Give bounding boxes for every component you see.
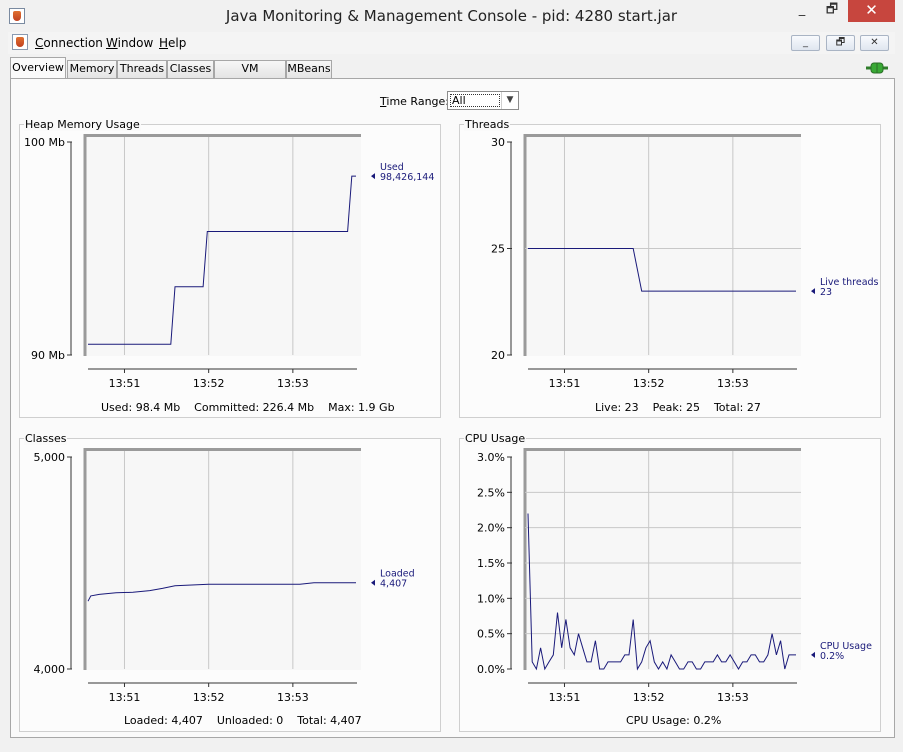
frame-minimize-button[interactable]: _	[791, 35, 820, 51]
y-tick-label: 4,000	[34, 663, 66, 676]
x-tick-label: 13:52	[633, 691, 665, 704]
time-range-value: All	[450, 94, 500, 107]
frame-restore-button[interactable]: 🗗	[826, 35, 855, 51]
classes-chart[interactable]: 5,0004,00013:51 13:52 13:53Loaded4,407	[19, 444, 441, 709]
series-marker-icon	[371, 579, 375, 586]
menu-connection[interactable]: Connection	[35, 36, 103, 50]
x-tick-label: 13:51	[549, 377, 581, 390]
y-tick-label: 25	[491, 243, 505, 256]
tab-vm-summary[interactable]: VM Summary	[214, 60, 286, 91]
classes-summary: Loaded: 4,407 Unloaded: 0 Total: 4,407	[124, 714, 362, 727]
window-minimize-button[interactable]: _	[787, 0, 817, 22]
y-tick-label: 2.0%	[477, 522, 505, 535]
window-restore-button[interactable]: 🗗	[817, 0, 847, 22]
chevron-down-icon[interactable]: ▼	[501, 92, 518, 109]
series-value-label: 98,426,144	[380, 172, 434, 183]
time-range-select[interactable]: All ▼	[447, 91, 519, 110]
heap-memory-summary: Used: 98.4 Mb Committed: 226.4 Mb Max: 1…	[101, 401, 395, 414]
plot-top-border	[85, 134, 361, 137]
plot-area	[85, 134, 361, 356]
window-titlebar[interactable]: Java Monitoring & Management Console - p…	[0, 0, 903, 32]
tab-memory[interactable]: Memory	[67, 60, 117, 78]
y-tick-label: 3.0%	[477, 451, 505, 464]
series-marker-icon	[811, 288, 815, 295]
frame-close-button[interactable]: ✕	[860, 35, 889, 51]
threads-chart[interactable]: 30252013:51 13:52 13:53Live threads23	[459, 130, 881, 395]
time-range-label: Time Range:	[380, 95, 449, 108]
x-tick-label: 13:51	[109, 377, 141, 390]
series-value-label: 0.2%	[820, 651, 844, 662]
x-tick-label: 13:53	[717, 691, 749, 704]
x-tick-label: 13:53	[277, 377, 309, 390]
tab-overview[interactable]: Overview	[10, 57, 66, 78]
tab-threads[interactable]: Threads	[117, 60, 167, 78]
y-tick-label: 0.0%	[477, 663, 505, 676]
plot-area	[85, 448, 361, 670]
heap-memory-chart[interactable]: 100 Mb90 Mb13:51 13:52 13:53Used98,426,144	[19, 130, 441, 395]
x-tick-label: 13:52	[193, 377, 225, 390]
x-tick-label: 13:53	[717, 377, 749, 390]
threads-summary: Live: 23 Peak: 25 Total: 27	[595, 401, 761, 414]
series-marker-icon	[371, 173, 375, 180]
plot-top-border	[525, 448, 801, 451]
plot-top-border	[525, 134, 801, 137]
series-value-label: 4,407	[380, 579, 407, 590]
x-tick-label: 13:51	[549, 691, 581, 704]
y-tick-label: 0.5%	[477, 628, 505, 641]
x-tick-label: 13:52	[633, 377, 665, 390]
cpu-usage-chart[interactable]: 3.0% 2.5% 2.0% 1.5% 1.0% 0.5% 0.0% 13:51 13:52 13…	[459, 444, 881, 709]
y-tick-label: 90 Mb	[31, 349, 65, 362]
series-marker-icon	[811, 651, 815, 658]
x-tick-label: 13:52	[193, 691, 225, 704]
x-tick-label: 13:53	[277, 691, 309, 704]
plot-area	[525, 448, 801, 670]
menu-help[interactable]: Help	[159, 36, 186, 50]
y-tick-label: 5,000	[34, 451, 66, 464]
cpu-usage-summary: CPU Usage: 0.2%	[626, 714, 722, 727]
y-tick-label: 20	[491, 349, 505, 362]
plot-top-border	[85, 448, 361, 451]
series-value-label: 23	[820, 287, 832, 298]
plot-area	[525, 134, 801, 356]
menu-bar: Connection Window Help _ 🗗 ✕	[8, 32, 895, 54]
menu-window[interactable]: Window	[106, 36, 153, 50]
window-title: Java Monitoring & Management Console - p…	[225, 7, 678, 25]
tab-mbeans[interactable]: MBeans	[286, 60, 332, 78]
internal-frame-icon[interactable]	[12, 34, 28, 50]
y-tick-label: 1.5%	[477, 557, 505, 570]
window-close-button[interactable]: ✕	[848, 0, 895, 22]
y-tick-label: 30	[491, 136, 505, 149]
y-tick-label: 1.0%	[477, 592, 505, 605]
tab-classes[interactable]: Classes	[167, 60, 214, 78]
connected-plug-icon[interactable]	[866, 61, 888, 75]
y-tick-label: 2.5%	[477, 486, 505, 499]
y-tick-label: 100 Mb	[24, 136, 65, 149]
x-tick-label: 13:51	[109, 691, 141, 704]
